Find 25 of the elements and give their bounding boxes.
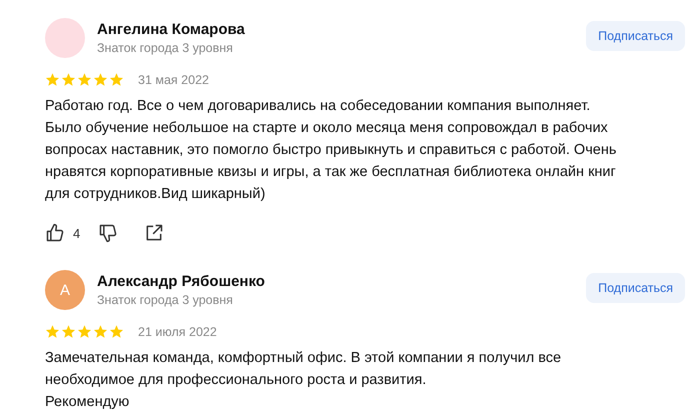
author-level: Знаток города 3 уровня — [97, 41, 234, 55]
star-icon — [61, 72, 76, 87]
review-date: 21 июля 2022 — [138, 324, 217, 338]
review-date: 31 мая 2022 — [138, 72, 209, 86]
star-icon — [93, 324, 108, 339]
thumbs-up-icon[interactable] — [45, 223, 65, 243]
like-count: 4 — [73, 226, 80, 240]
star-icon — [77, 72, 92, 87]
author-level: Знаток города 3 уровня — [97, 293, 234, 307]
review-text: Замечательная команда, комфортный офис. В этой компании я получил все необходимое для профессионального роста и развития. Рекомендую — [45, 349, 562, 412]
subscribe-button[interactable]: Подписаться — [586, 21, 685, 51]
star-icon — [77, 324, 92, 339]
author-name[interactable]: Александр Рябошенко — [97, 273, 574, 290]
star-icon — [109, 72, 124, 87]
review-text: Работаю год. Все о чем договаривались на собеседовании компания выполняет. Было обучение небольшое на старте и около месяца меня сопровождал в рабочих вопросах наставник, это помогло быстро привыкнуть и справиться с работой. Очень нравятся корпоративные квизы и игры, а так же бесплатная библиотека онлайн книг для сотрудников.Вид шикарный) — [45, 97, 618, 204]
avatar: А — [45, 270, 85, 310]
share-icon[interactable] — [144, 223, 164, 243]
star-icon — [61, 324, 76, 339]
subscribe-button[interactable]: Подписаться — [586, 273, 685, 303]
thumbs-down-icon[interactable] — [98, 223, 118, 243]
star-icon — [93, 72, 108, 87]
author-name[interactable]: Ангелина Комарова — [97, 21, 574, 38]
star-icon — [45, 324, 60, 339]
star-icon — [45, 72, 60, 87]
star-icon — [109, 324, 124, 339]
